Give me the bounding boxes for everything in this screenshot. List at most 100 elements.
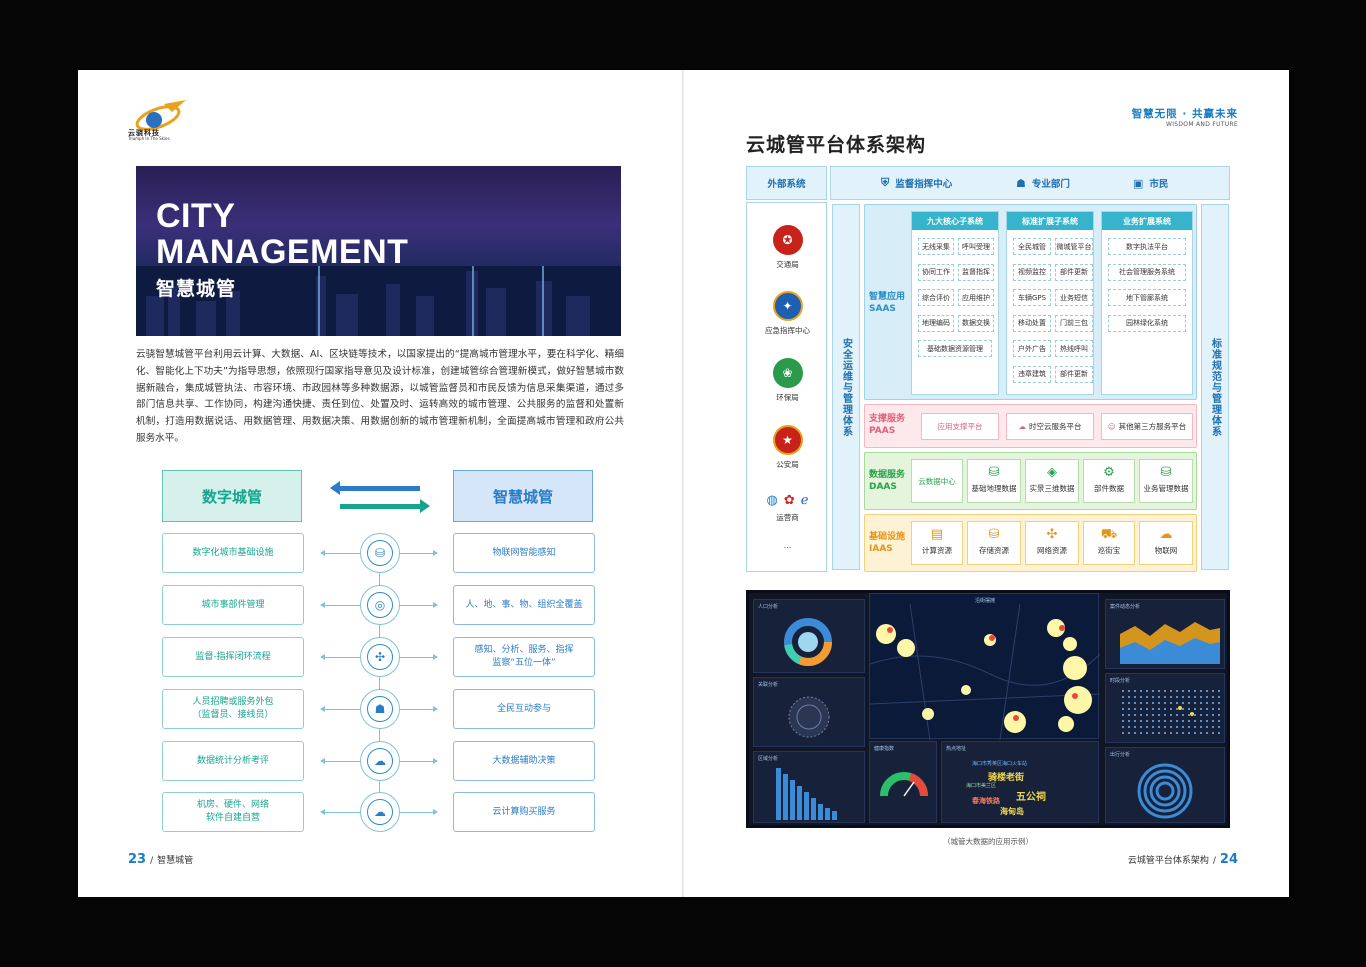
subsystem-cell: 数字执法平台 — [1108, 238, 1186, 255]
column-title: 业务扩展系统 — [1102, 212, 1192, 230]
header-label: 专业部门 — [1031, 179, 1070, 190]
daas-label: 数据服务 DAAS — [869, 469, 905, 493]
subsystem-cell: 协同工作 — [918, 263, 954, 281]
core-subsystems-column: 九大核心子系统 无线采集 呼叫受理 协同工作 监督指挥 综合评价 应用维护 地理编码 数据交换基… — [911, 211, 999, 395]
feature-icon: ☗ — [367, 696, 393, 722]
subsystem-cell: 车辆GPS — [1013, 289, 1051, 306]
donut-chart-icon — [784, 618, 832, 666]
daas-item-label: 业务管理数据 — [1143, 484, 1189, 493]
paas-item: 应用支撑平台 — [921, 413, 999, 440]
page-number: 24 — [1219, 852, 1238, 867]
saas-label-text: 智慧应用 — [869, 292, 906, 302]
subsystem-cell: 门前三包 — [1055, 314, 1093, 332]
daas-label-text: 数据服务 — [869, 470, 906, 480]
saas-label: 智慧应用 SAAS — [869, 291, 905, 315]
subsystem-cell: 微城管平台 — [1055, 238, 1093, 255]
panel-label: 出行分析 — [1110, 752, 1131, 758]
digital-feature-box: 机房、硬件、网络 软件自建自营 — [162, 792, 304, 832]
daas-item: ⚙ 部件数据 — [1083, 459, 1135, 503]
paas-item-label: 应用支撑平台 — [937, 422, 983, 431]
external-item: ✪ 交通局 — [747, 225, 828, 270]
traffic-emblem-icon: ✪ — [772, 225, 803, 255]
china-mobile-icon: ◍ — [766, 493, 778, 508]
smart-feature-box: 物联网智能感知 — [453, 533, 595, 573]
cloud-icon: ☁ — [1018, 422, 1027, 431]
smart-feature-box: 感知、分析、服务、指挥 监察“五位一体” — [453, 637, 595, 677]
hotspot-map-icon — [870, 604, 1100, 740]
security-ops-label: 安全运维与管理体系 — [840, 337, 852, 437]
slogan: 智慧无限 · 共赢未来 — [1131, 108, 1238, 120]
figure-caption: （城管大数据的应用示例） — [943, 837, 1033, 846]
hero-banner: CITY MANAGEMENT 智慧城管 — [136, 166, 621, 336]
smart-feature-box: 全民互动参与 — [453, 689, 595, 729]
feature-node: ☁ — [360, 792, 400, 832]
parts-icon: ⚙ — [1103, 465, 1115, 480]
feature-icon: ✣ — [367, 644, 393, 670]
paas-label: 支撑服务 PAAS — [869, 413, 905, 437]
map-panel: 沿街摆摊 — [869, 593, 1100, 740]
bar-chart-icon — [776, 768, 837, 820]
iaas-item: ✣ 网络资源 — [1025, 521, 1079, 565]
external-label: … — [783, 541, 792, 550]
smart-city-title: 智慧城管 — [453, 470, 593, 522]
paas-item-label: 时空云服务平台 — [1029, 422, 1082, 431]
external-label: 环保局 — [776, 393, 799, 402]
network-icon: ✣ — [1046, 527, 1058, 542]
smart-feature-box: 大数据辅助决策 — [453, 741, 595, 781]
case-trend-panel: 案件动态分析 — [1105, 599, 1225, 669]
iaas-item-label: 存储资源 — [979, 546, 1009, 555]
hero-title-line1: CITY — [156, 197, 236, 235]
daas-item: ◈ 实景三维数据 — [1025, 459, 1079, 503]
page-label: 智慧城管 — [157, 856, 194, 866]
wordcloud-word: 海口市美兰区 — [966, 783, 997, 789]
daas-item-label: 云数据中心 — [918, 477, 956, 486]
subsystem-cell: 社会管理服务系统 — [1108, 263, 1186, 281]
iaas-item-label: 物联网 — [1154, 546, 1178, 555]
digital-feature-box: 数字化城市基础设施 — [162, 533, 304, 573]
header-label: 监督指挥中心 — [895, 179, 953, 190]
digital-feature-box: 城市事部件管理 — [162, 585, 304, 625]
iaas-code: IAAS — [869, 544, 893, 554]
emergency-emblem-icon: ✦ — [772, 291, 803, 321]
daas-item: 云数据中心 — [911, 459, 963, 503]
logo-tagline: Triumph In The Skies — [128, 136, 170, 141]
external-label: 应急指挥中心 — [765, 326, 810, 335]
external-label: 运营商 — [776, 513, 799, 522]
shield-icon: ⛨ — [881, 176, 890, 189]
people-icon: ☗ — [1016, 176, 1026, 190]
panel-label: 沿街摆摊 — [975, 598, 996, 604]
slogan-en: WISDOM AND FUTURE — [1165, 121, 1238, 128]
external-item: ★ 公安局 — [747, 425, 828, 470]
database-icon: ⛁ — [1160, 465, 1172, 480]
page-number: 23 — [128, 852, 147, 867]
daas-code: DAAS — [869, 482, 897, 492]
subsystem-cell: 监督指挥 — [958, 263, 994, 281]
external-item: ✦ 应急指挥中心 — [747, 291, 828, 336]
carrier-logos: ◍ ✿ ℯ — [747, 493, 828, 508]
subsystem-cell: 地下管廊系统 — [1108, 289, 1186, 306]
subsystem-cell: 地理编码 — [918, 314, 954, 332]
hot-address-panel: 热点地址 海口市秀英区海口火车站 骑楼老街 海口市美兰区 五公祠 春海铁路 海甸… — [941, 741, 1099, 823]
subsystem-cell: 综合评价 — [918, 289, 954, 306]
page-number-right: 云城管平台体系架构 / 24 — [1127, 852, 1238, 867]
panel-label: 区域分析 — [758, 756, 779, 762]
subsystem-cell: 违章建筑 — [1013, 365, 1051, 383]
external-header: 外部系统 — [746, 166, 827, 200]
external-systems-list: ✪ 交通局 ✦ 应急指挥中心 ❀ 环保局 ★ 公安局 ◍ ✿ ℯ 运营商 … — [746, 202, 827, 572]
cube-icon: ◈ — [1047, 465, 1057, 480]
column-title: 九大核心子系统 — [912, 212, 998, 230]
external-item: … — [747, 541, 828, 550]
right-page: 智慧无限 · 共赢未来 WISDOM AND FUTURE 云城管平台体系架构 … — [684, 70, 1289, 897]
paas-item: ☁ 时空云服务平台 — [1006, 413, 1094, 440]
subsystem-cell: 基础数据资源管理 — [918, 340, 992, 357]
panel-label: 时段分析 — [1110, 678, 1131, 684]
health-panel: 健康指数 — [869, 741, 937, 823]
radial-bar-icon — [1137, 763, 1193, 819]
car-icon: ⛟ — [1100, 527, 1118, 542]
external-item: ◍ ✿ ℯ 运营商 — [747, 493, 828, 523]
iaas-item-label: 网络资源 — [1037, 546, 1067, 555]
paas-item-label: 其他第三方服务平台 — [1118, 422, 1187, 431]
subsystem-cell: 户外广告 — [1013, 340, 1051, 357]
external-label: 交通局 — [776, 260, 799, 269]
iaas-item-label: 计算资源 — [922, 546, 952, 555]
